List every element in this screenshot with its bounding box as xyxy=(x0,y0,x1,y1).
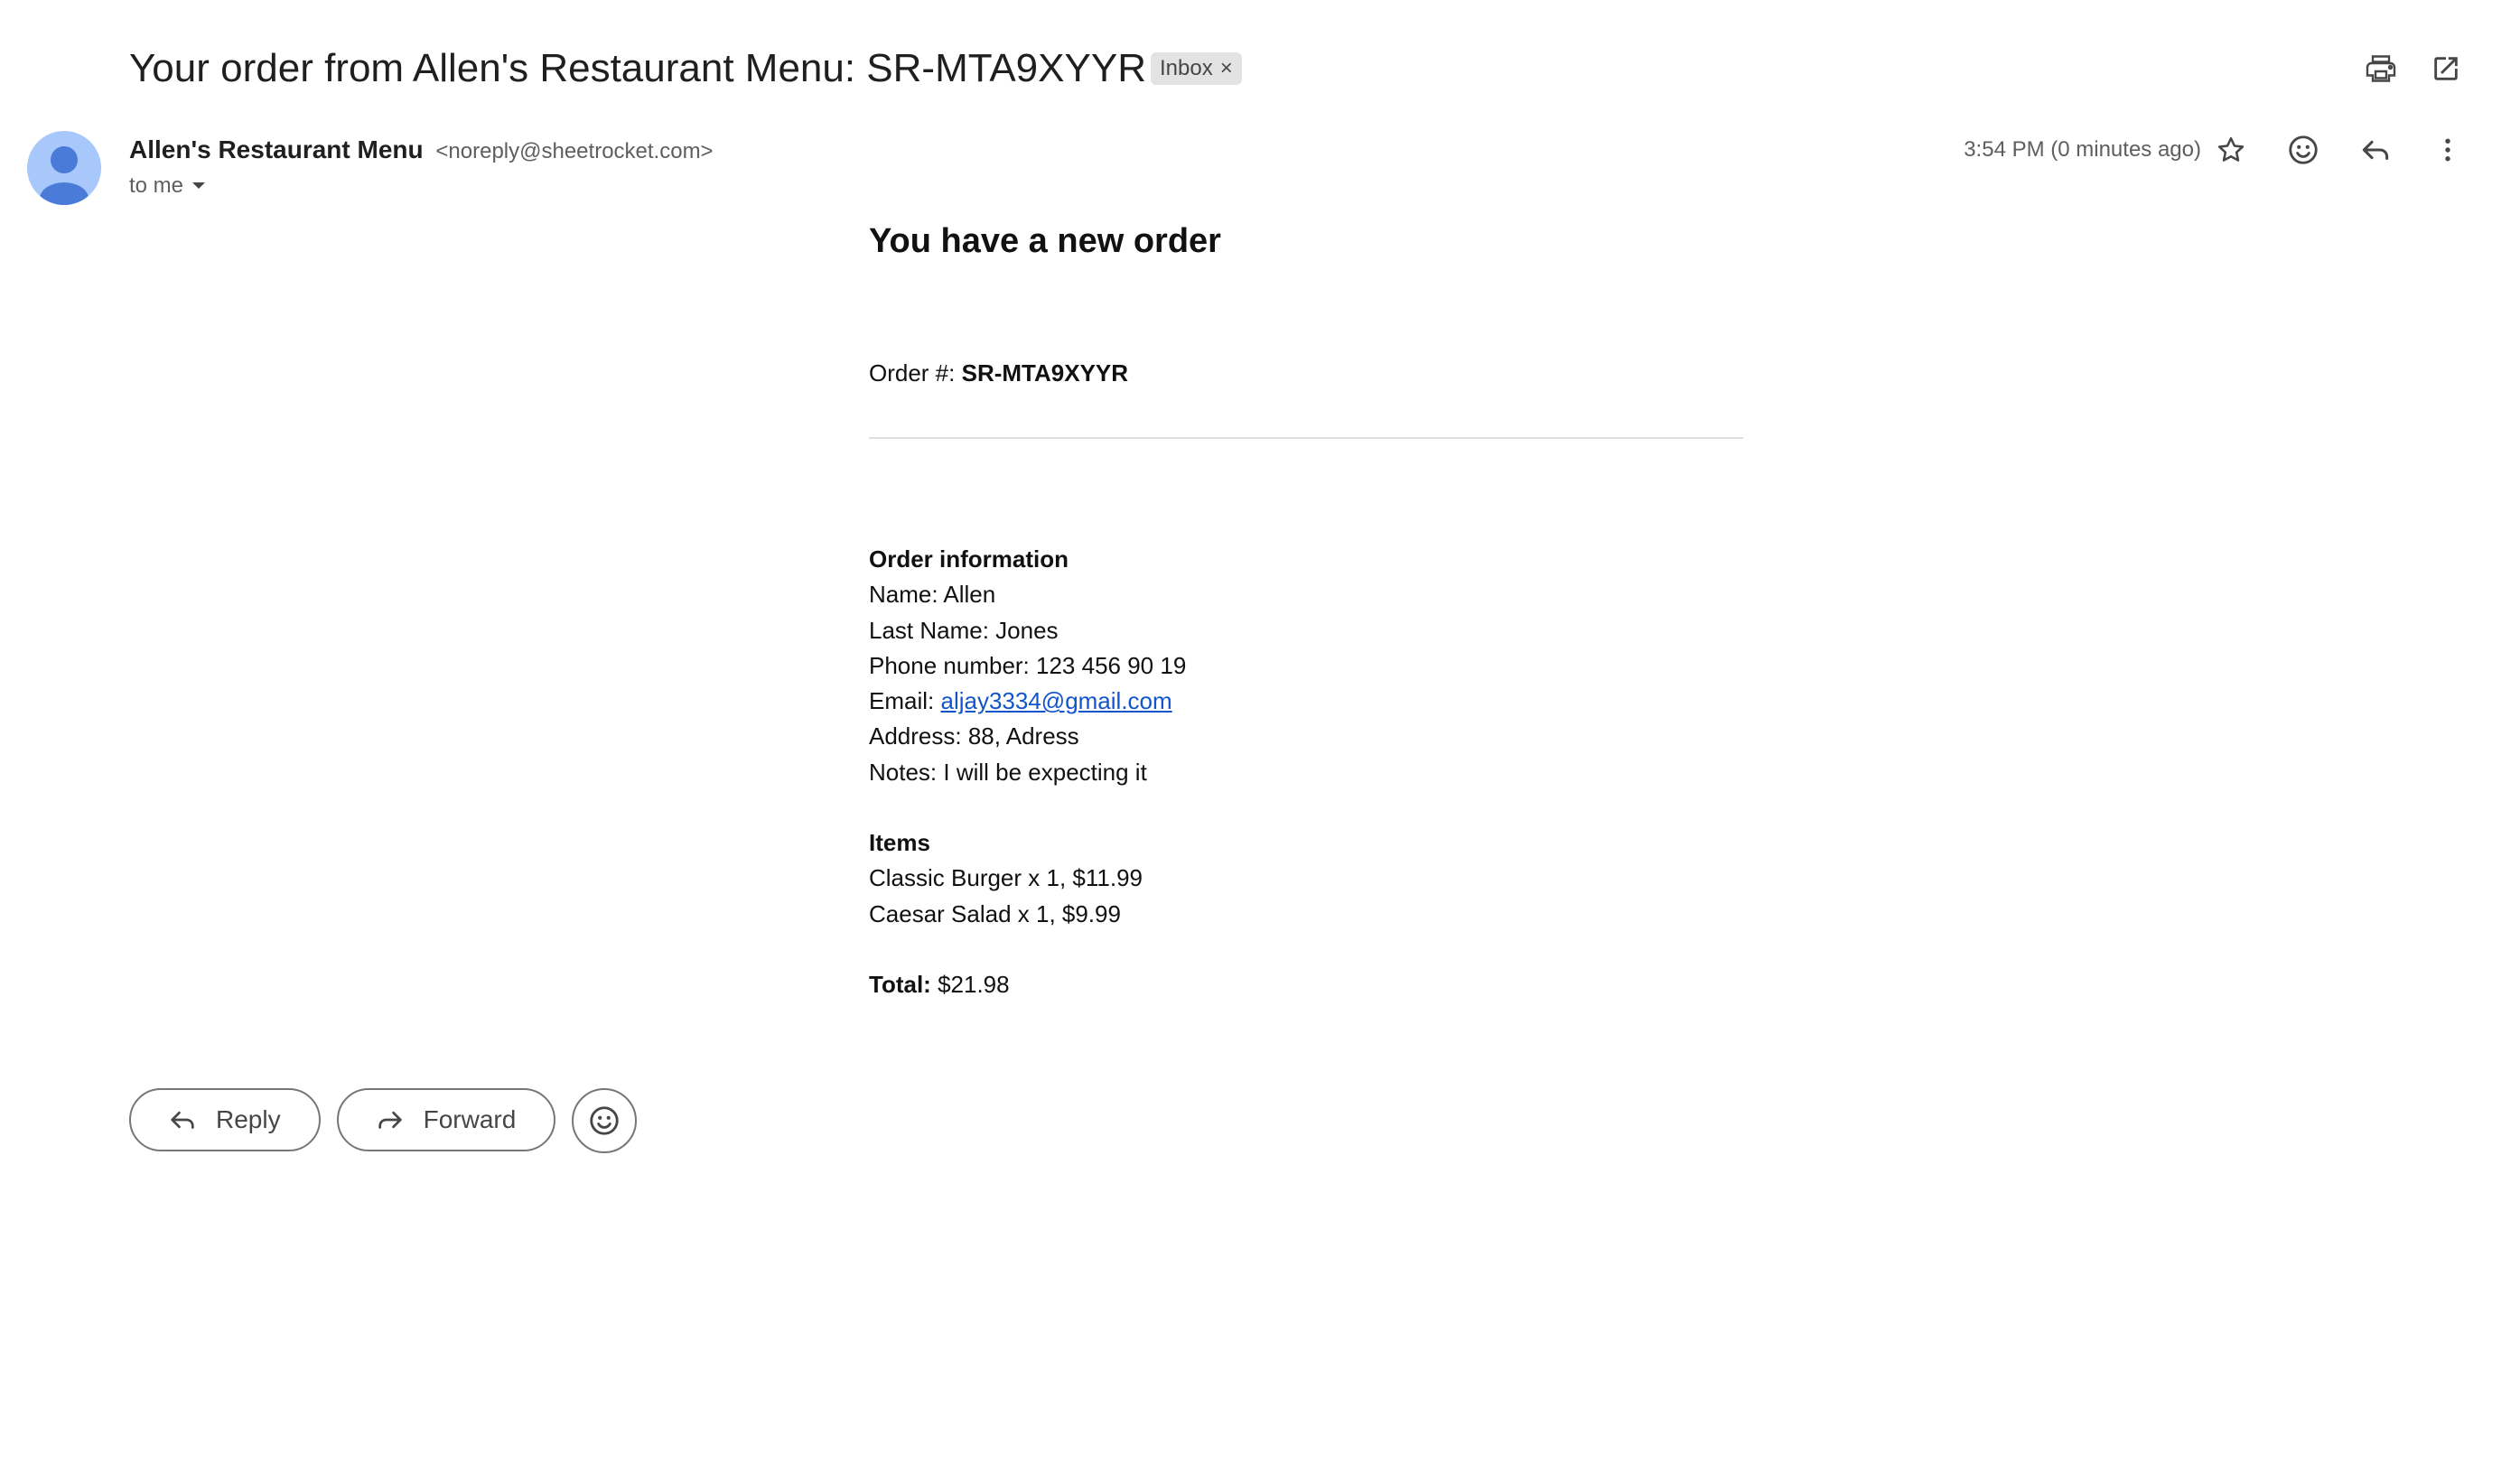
customer-phone: Phone number: 123 456 90 19 xyxy=(869,651,1187,679)
customer-name: Name: Allen xyxy=(869,581,996,609)
recipient-text: to me xyxy=(129,173,184,198)
open-in-new-window-button[interactable] xyxy=(2426,49,2466,89)
customer-email-link[interactable]: aljay3334@gmail.com xyxy=(940,687,1171,714)
chevron-down-icon xyxy=(192,182,206,189)
person-avatar-icon xyxy=(40,146,89,205)
order-item: Classic Burger x 1, $11.99 xyxy=(869,864,1143,892)
sender-line: Allen's Restaurant Menu <noreply@sheetro… xyxy=(129,132,714,170)
forward-label: Forward xyxy=(423,1105,517,1133)
sender-avatar[interactable] xyxy=(27,131,101,205)
star-button[interactable] xyxy=(2209,128,2253,172)
items-title: Items xyxy=(869,829,930,857)
reply-icon-button[interactable] xyxy=(2354,128,2397,172)
emoji-icon xyxy=(590,1106,619,1135)
reply-label: Reply xyxy=(216,1105,281,1133)
remove-label-icon[interactable]: × xyxy=(1220,52,1233,85)
order-information-title: Order information xyxy=(869,545,1069,573)
forward-button[interactable]: Forward xyxy=(336,1088,556,1151)
inbox-label-chip[interactable]: Inbox × xyxy=(1151,52,1242,85)
message-timestamp: 3:54 PM (0 minutes ago) xyxy=(1964,137,2201,162)
divider xyxy=(869,437,1743,439)
print-button[interactable] xyxy=(2361,49,2401,89)
customer-notes: Notes: I will be expecting it xyxy=(869,758,1147,786)
emoji-icon xyxy=(2289,135,2318,164)
star-icon xyxy=(2217,136,2245,162)
order-information-section: Order information Name: Allen Last Name:… xyxy=(869,542,1743,1002)
sender-name[interactable]: Allen's Restaurant Menu xyxy=(129,135,424,163)
more-options-button[interactable] xyxy=(2426,128,2469,172)
order-item: Caesar Salad x 1, $9.99 xyxy=(869,899,1121,927)
sender-email: <noreply@sheetrocket.com> xyxy=(435,139,714,163)
customer-last-name: Last Name: Jones xyxy=(869,616,1059,644)
print-icon xyxy=(2366,55,2396,82)
customer-email-line: Email: aljay3334@gmail.com xyxy=(869,684,1743,719)
reply-icon xyxy=(2362,140,2389,161)
add-reaction-button[interactable] xyxy=(572,1088,638,1153)
order-number-value: SR-MTA9XYYR xyxy=(961,359,1129,387)
recipient-details-toggle[interactable]: to me xyxy=(129,172,207,200)
email-subject: Your order from Allen's Restaurant Menu:… xyxy=(129,46,1146,90)
total-label: Total: xyxy=(869,970,931,998)
customer-address: Address: 88, Adress xyxy=(869,722,1079,750)
inbox-label-text: Inbox xyxy=(1160,56,1213,80)
reply-actions: Reply Forward xyxy=(129,1088,638,1153)
order-number-label: Order #: xyxy=(869,359,956,387)
open-in-new-icon xyxy=(2434,57,2458,80)
total-value: $21.98 xyxy=(938,970,1010,998)
email-body: You have a new order Order #: SR-MTA9XYY… xyxy=(869,217,1743,1002)
more-vert-icon xyxy=(2445,138,2450,162)
reply-button[interactable]: Reply xyxy=(129,1088,321,1151)
email-view: Your order from Allen's Restaurant Menu:… xyxy=(0,0,2520,1472)
customer-email-label: Email: xyxy=(869,687,935,715)
reply-icon xyxy=(171,1111,194,1129)
order-number-line: Order #: SR-MTA9XYYR xyxy=(869,356,1743,390)
order-heading: You have a new order xyxy=(869,222,1221,260)
forward-icon xyxy=(378,1111,402,1129)
order-total-line: Total: $21.98 xyxy=(869,967,1743,1002)
add-reaction-button[interactable] xyxy=(2282,128,2325,172)
